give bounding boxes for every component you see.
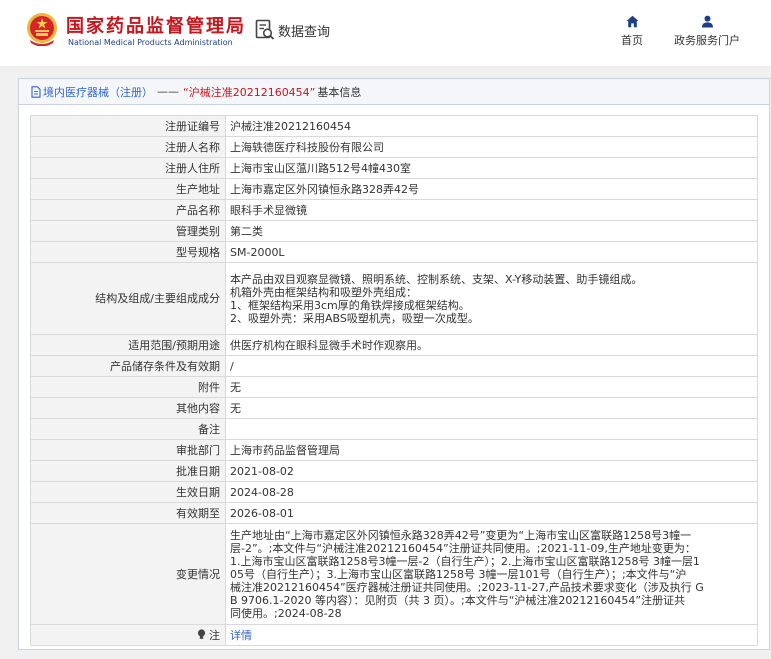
user-icon [701,15,713,28]
field-label: 结构及组成/主要组成成分 [30,262,226,335]
change-line: 05号（自行生产）；3.上海市宝山区富联路1258号 3幢一层101号（自行生产… [230,567,687,581]
field-label: 审批部门 [30,439,226,461]
registration-number-title: “沪械注准20212160454” [183,85,316,99]
table-row: 生产地址 上海市嘉定区外冈镇恒永路328弄42号 [30,178,758,200]
change-line: 生产地址由“上海市嘉定区外冈镇恒永路328弄42号”变更为“上海市宝山区富联路1… [230,528,692,542]
field-value: 无 [225,376,758,398]
nav-home-label: 首页 [621,34,643,47]
nav-gov-service-label: 政务服务门户 [674,34,740,47]
data-query-label: 数据查询 [278,24,331,40]
data-query-icon [255,19,275,40]
table-row: 注册证编号 沪械注准20212160454 [30,115,758,137]
field-value: 本产品由双目观察显微镜、照明系统、控制系统、支架、X-Y移动装置、助手镜组成。 … [225,262,758,335]
table-row: 管理类别 第二类 [30,220,758,242]
table-row: 批准日期 2021-08-02 [30,460,758,482]
nav-gov-service[interactable]: 政务服务门户 [668,15,746,48]
breadcrumb-separator: —— [157,85,179,98]
registration-detail-table: 注册证编号 沪械注准20212160454 注册人名称 上海轶德医疗科技股份有限… [30,115,758,646]
national-emblem-icon [27,13,57,46]
field-value: / [225,355,758,377]
change-line: B 9706.1-2020 等内容）：见附页（共 3 页）。;本文件与“沪械注准… [230,593,686,607]
field-value: 供医疗机构在眼科显微手术时作观察用。 [225,334,758,356]
field-label: 产品储存条件及有效期 [30,355,226,377]
breadcrumb-category-link[interactable]: 境内医疗器械（注册） [43,84,153,100]
nav-home[interactable]: 首页 [614,15,650,48]
table-row: 适用范围/预期用途 供医疗机构在眼科显微手术时作观察用。 [30,334,758,356]
field-value: 上海市宝山区蕰川路512号4幢430室 [225,157,758,179]
field-label: 批准日期 [30,460,226,482]
field-label: 有效期至 [30,502,226,524]
field-value: 上海轶德医疗科技股份有限公司 [225,136,758,158]
data-query-link[interactable]: 数据查询 [255,18,330,42]
structure-line: 2、吸塑外壳：采用ABS吸塑机壳，吸塑一次成型。 [230,311,479,325]
field-label: 注册人名称 [30,136,226,158]
panel-title: 境内医疗器械（注册） —— “沪械注准20212160454” 基本信息 [19,79,769,105]
home-icon [626,15,638,28]
field-label: 注册证编号 [30,115,226,137]
field-value: 2026-08-01 [225,502,758,524]
table-row: 附件 无 [30,376,758,398]
structure-line: 本产品由双目观察显微镜、照明系统、控制系统、支架、X-Y移动装置、助手镜组成。 [230,272,643,286]
field-label: 产品名称 [30,199,226,221]
site-header: 国家药品监督管理局 National Medical Products Admi… [0,0,771,66]
table-row: 有效期至 2026-08-01 [30,502,758,524]
table-row: 注 详情 [30,624,758,646]
table-row: 产品名称 眼科手术显微镜 [30,199,758,221]
change-line: 械注准20212160454”医疗器械注册证共同使用。;2023-11-27,产… [230,580,704,594]
field-value: 上海市嘉定区外冈镇恒永路328弄42号 [225,178,758,200]
field-label: 适用范围/预期用途 [30,334,226,356]
table-row: 结构及组成/主要组成成分 本产品由双目观察显微镜、照明系统、控制系统、支架、X-… [30,262,758,335]
brand-title-en: National Medical Products Administration [68,38,233,47]
field-value: SM-2000L [225,241,758,263]
field-value: 第二类 [225,220,758,242]
title-suffix: 基本信息 [317,85,362,99]
table-row: 产品储存条件及有效期 / [30,355,758,377]
field-label: 变更情况 [30,523,226,625]
field-value: 眼科手术显微镜 [225,199,758,221]
field-value: 沪械注准20212160454 [225,115,758,137]
lightbulb-icon [197,628,206,639]
field-value: 上海市药品监督管理局 [225,439,758,461]
brand-title-cn: 国家药品监督管理局 [66,16,246,37]
table-row: 其他内容 无 [30,397,758,419]
field-value: 2024-08-28 [225,481,758,503]
structure-line: 机箱外壳由框架结构和吸塑外壳组成： [230,285,417,299]
field-label: 注 [30,624,226,646]
field-label: 生效日期 [30,481,226,503]
field-value: 2021-08-02 [225,460,758,482]
table-row: 型号规格 SM-2000L [30,241,758,263]
detail-link[interactable]: 详情 [230,629,252,642]
field-label: 注册人住所 [30,157,226,179]
table-row: 备注 [30,418,758,440]
detail-panel: 境内医疗器械（注册） —— “沪械注准20212160454” 基本信息 注册证… [18,78,770,650]
field-value [225,418,758,440]
field-label: 管理类别 [30,220,226,242]
change-line: 层-2”。;本文件与“沪械注准20212160454”注册证共同使用。;2021… [230,541,696,555]
structure-line: 1、框架结构采用3cm厚的角铁焊接成框架结构。 [230,298,470,312]
field-value: 无 [225,397,758,419]
field-label: 生产地址 [30,178,226,200]
field-value: 生产地址由“上海市嘉定区外冈镇恒永路328弄42号”变更为“上海市宝山区富联路1… [225,523,758,625]
table-row: 生效日期 2024-08-28 [30,481,758,503]
change-line: 1.上海市宝山区富联路1258号3幢一层-2（自行生产）；2.上海市宝山区富联路… [230,554,700,568]
table-row: 变更情况 生产地址由“上海市嘉定区外冈镇恒永路328弄42号”变更为“上海市宝山… [30,523,758,625]
table-row: 注册人住所 上海市宝山区蕰川路512号4幢430室 [30,157,758,179]
note-label: 注 [209,628,220,642]
table-row: 注册人名称 上海轶德医疗科技股份有限公司 [30,136,758,158]
table-row: 审批部门 上海市药品监督管理局 [30,439,758,461]
field-label: 型号规格 [30,241,226,263]
change-line: 同使用。;2024-08-28 [230,606,342,620]
field-value: 详情 [225,624,758,646]
field-label: 备注 [30,418,226,440]
field-label: 其他内容 [30,397,226,419]
field-label: 附件 [30,376,226,398]
document-icon [31,85,41,98]
